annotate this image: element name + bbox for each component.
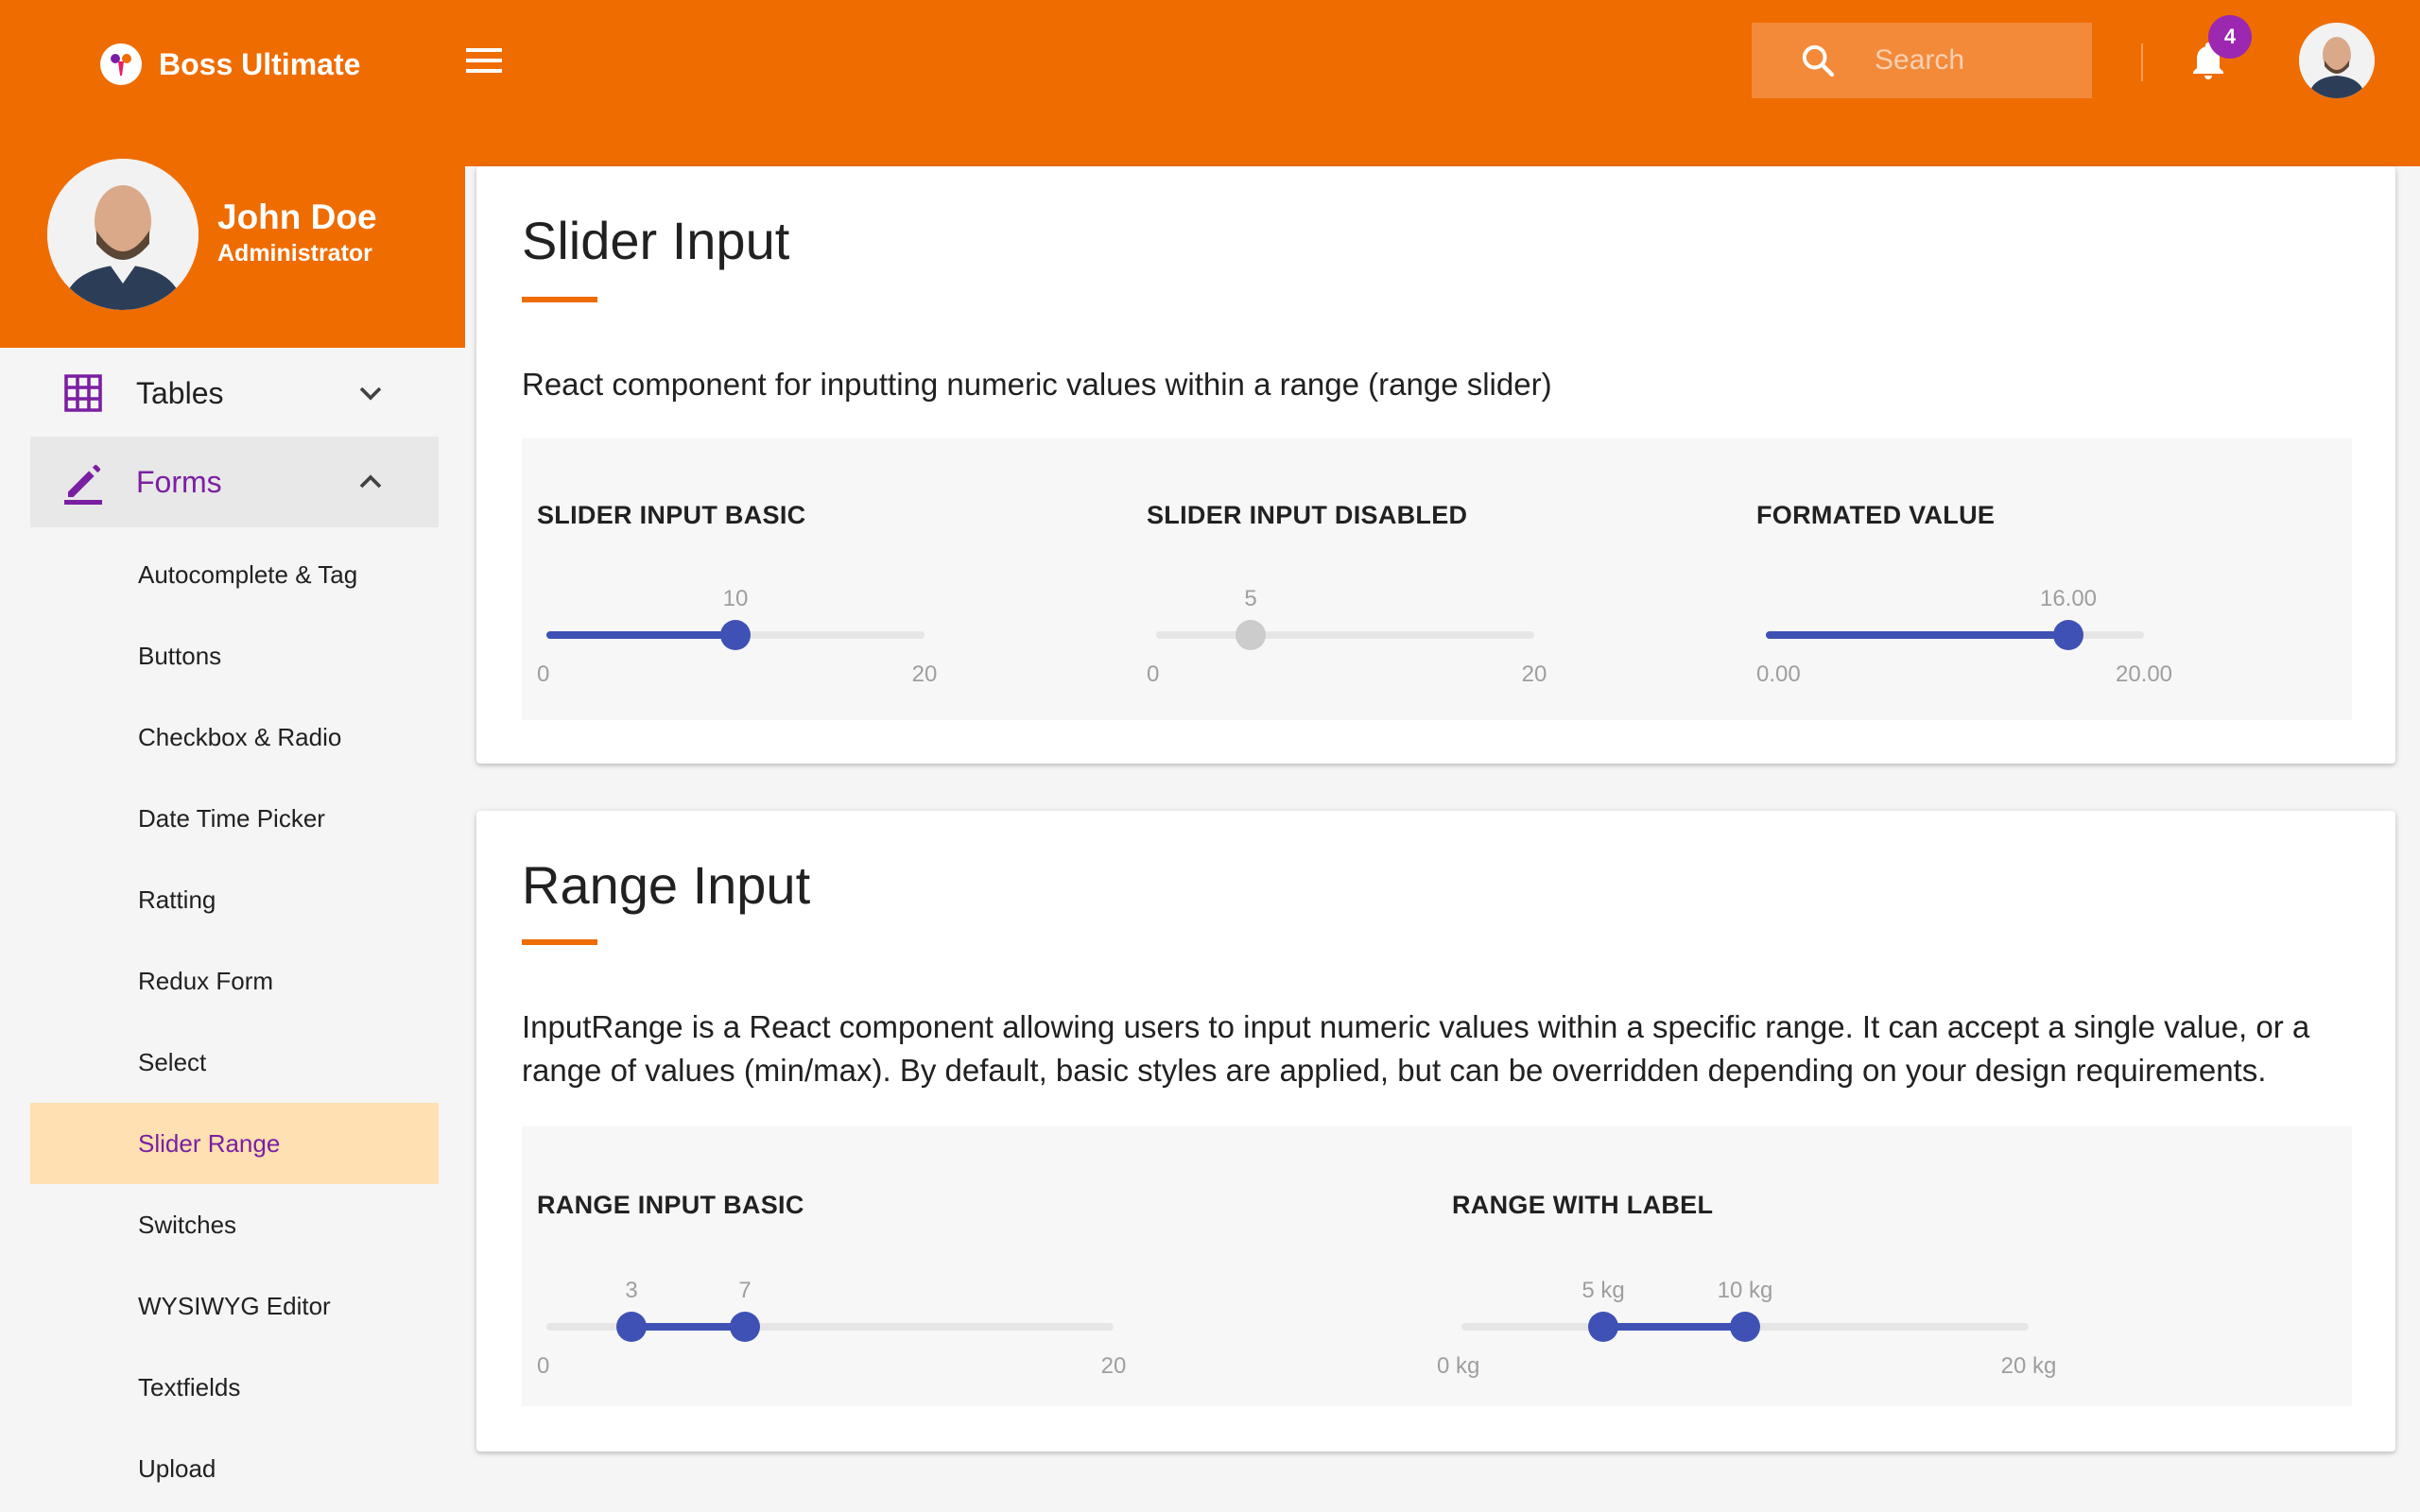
sidebar-item-label: Buttons [138,641,222,670]
sidebar-profile: John Doe Administrator [0,159,465,348]
slider-demo-panel: SLIDER INPUT BASIC 10 0 20 SLIDER INPUT DISA… [522,438,2352,720]
pencil-icon [64,464,102,505]
sidebar-item-label: Date Time Picker [138,803,325,833]
sidebar-item-label: Ratting [138,885,216,914]
slider-value-label: 10 [722,586,749,611]
range-max-label: 20 kg [2000,1353,2057,1379]
range-demo: RANGE WITH LABEL 5 kg 10 kg 0 kg 20 kg [1437,1126,2303,1406]
sidebar-item-redux-form[interactable]: Redux Form [30,940,439,1022]
range-fill [631,1323,745,1331]
slider-track[interactable] [1156,631,1534,639]
range-thumb-high[interactable] [1730,1312,1760,1342]
sidebar-item-upload[interactable]: Upload [30,1428,439,1509]
slider-demo: SLIDER INPUT DISABLED 5 0 20 [1147,438,1714,720]
card-title: Range Input [522,855,811,915]
profile-avatar[interactable] [47,159,199,310]
sidebar-item-ratting[interactable]: Ratting [30,859,439,940]
sidebar-group-forms[interactable]: Forms [30,437,439,527]
sidebar-item-label: Upload [138,1453,216,1483]
search-input[interactable] [1875,44,2064,77]
user-avatar[interactable] [2299,23,2375,98]
sidebar-item-checkbox-radio[interactable]: Checkbox & Radio [30,696,439,778]
slider-value-label: 5 [1244,586,1257,611]
hamburger-menu-icon [466,48,502,73]
search-box[interactable] [1752,23,2092,98]
slider-min-label: 0 [537,662,550,687]
demo-title: RANGE INPUT BASIC [537,1191,804,1219]
title-underline [522,939,597,945]
range-demo-panel: RANGE INPUT BASIC 3 7 0 20 RANGE WITH LABEL 5 … [522,1126,2352,1406]
brand[interactable]: Boss Ultimate [100,43,360,85]
profile-role: Administrator [217,240,372,266]
brand-name: Boss Ultimate [159,46,361,81]
slider-thumb[interactable] [720,620,751,650]
title-underline [522,297,597,302]
sidebar-item-autocomplete-tag[interactable]: Autocomplete & Tag [30,534,439,615]
sidebar-item-label: Textfields [138,1372,241,1401]
sidebar-item-select[interactable]: Select [30,1022,439,1103]
range-thumb-low[interactable] [1588,1312,1618,1342]
range-high-label: 7 [738,1278,752,1303]
sidebar-group-label: Tables [136,375,224,410]
sidebar-group-label: Forms [136,464,222,499]
profile-name: John Doe [217,198,377,236]
sidebar-item-buttons[interactable]: Buttons [30,615,439,696]
card-description: InputRange is a React component allowing… [522,1009,2310,1088]
toolbar-divider [2141,43,2143,81]
card-title: Slider Input [522,211,790,270]
range-low-label: 5 kg [1582,1278,1625,1303]
search-icon [1802,44,1835,77]
slider-min-label: 0 [1147,662,1160,687]
range-low-label: 3 [625,1278,638,1303]
range-thumb-high[interactable] [730,1312,760,1342]
slider-thumb[interactable] [2053,620,2083,650]
sidebar-item-label: Checkbox & Radio [138,722,342,751]
notification-count-badge: 4 [2208,15,2252,59]
sidebar-group-tables[interactable]: Tables [30,348,439,438]
range-high-label: 10 kg [1717,1278,1773,1303]
demo-title: FORMATED VALUE [1756,501,1996,529]
chevron-up-icon [359,474,382,489]
sidebar-item-label: Slider Range [138,1128,281,1158]
sidebar-item-label: Redux Form [138,966,274,995]
range-thumb-low[interactable] [616,1312,647,1342]
table-grid-icon [64,374,102,412]
range-demo: RANGE INPUT BASIC 3 7 0 20 [537,1126,1388,1406]
slider-max-label: 20 [911,662,938,687]
slider-value-label: 16.00 [2039,586,2098,611]
demo-title: SLIDER INPUT BASIC [537,501,806,529]
slider-demo: SLIDER INPUT BASIC 10 0 20 [537,438,1104,720]
sidebar-item-textfields[interactable]: Textfields [30,1347,439,1428]
slider-max-label: 20.00 [2115,662,2173,687]
range-input-card: Range Input InputRange is a React compon… [476,811,2395,1452]
brand-logo-icon [100,43,142,85]
slider-max-label: 20 [1521,662,1547,687]
range-max-label: 20 [1100,1353,1127,1379]
slider-input-card: Slider Input React component for inputti… [476,166,2395,764]
sidebar-item-switches[interactable]: Switches [30,1184,439,1265]
range-min-label: 0 [537,1353,550,1379]
sidebar-item-label: Autocomplete & Tag [138,559,358,589]
user-portrait-icon [2299,23,2375,98]
top-app-bar: Boss Ultimate 4 [0,0,2420,166]
slider-fill [546,631,735,639]
chevron-down-icon [359,387,382,401]
sidebar-item-label: WYSIWYG Editor [138,1291,331,1320]
sidebar-item-wysiwyg-editor[interactable]: WYSIWYG Editor [30,1265,439,1347]
slider-thumb [1236,620,1266,650]
sidebar-item-label: Switches [138,1210,237,1239]
demo-title: SLIDER INPUT DISABLED [1147,501,1468,529]
range-fill [1603,1323,1745,1331]
profile-portrait-icon [47,159,199,310]
demo-title: RANGE WITH LABEL [1452,1191,1714,1219]
slider-min-label: 0.00 [1756,662,1801,687]
card-description: React component for inputting numeric va… [522,367,1552,402]
range-min-label: 0 kg [1437,1353,1480,1379]
sidebar-item-label: Select [138,1047,207,1076]
menu-toggle-button[interactable] [461,42,507,79]
sidebar-item-slider-range[interactable]: Slider Range [30,1103,439,1184]
slider-demo: FORMATED VALUE 16.00 0.00 20.00 [1756,438,2324,720]
sidebar-item-date-time-picker[interactable]: Date Time Picker [30,778,439,859]
slider-fill [1766,631,2068,639]
